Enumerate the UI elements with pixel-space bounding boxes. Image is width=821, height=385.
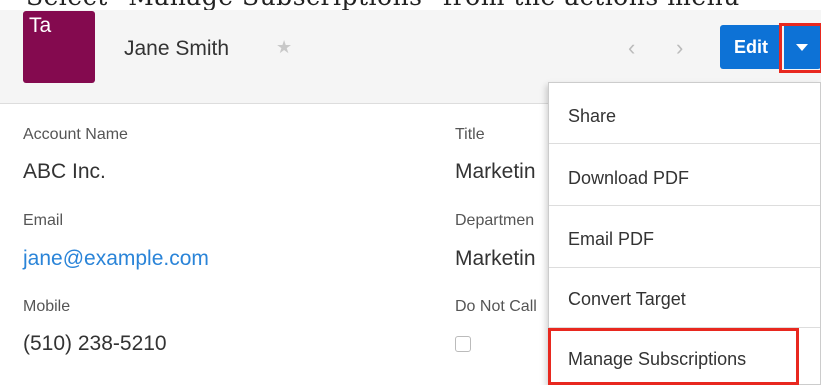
manage-subscriptions-highlight-box xyxy=(548,328,799,385)
caption-strip: Select "Manage Subscriptions" from the a… xyxy=(0,0,821,10)
mobile-value: (510) 238-5210 xyxy=(23,332,167,355)
menu-divider xyxy=(549,205,820,206)
avatar: Ta xyxy=(23,11,95,83)
mobile-label: Mobile xyxy=(23,298,71,315)
menu-divider xyxy=(549,143,820,144)
department-value: Marketin xyxy=(455,247,536,270)
email-label: Email xyxy=(23,212,64,229)
do-not-call-checkbox[interactable] xyxy=(455,336,471,352)
previous-record-button[interactable]: ‹ xyxy=(628,35,635,61)
record-name: Jane Smith xyxy=(124,37,230,60)
menu-item-download-pdf[interactable]: Download PDF xyxy=(549,168,820,189)
do-not-call-label: Do Not Call xyxy=(455,298,537,315)
caption-text: Select "Manage Subscriptions" from the a… xyxy=(26,0,740,10)
title-value: Marketin xyxy=(455,160,536,183)
menu-item-email-pdf[interactable]: Email PDF xyxy=(549,229,820,250)
caret-highlight-box xyxy=(779,23,821,73)
menu-divider xyxy=(549,267,820,268)
avatar-initials: Ta xyxy=(29,14,52,37)
star-icon[interactable]: ★ xyxy=(276,37,292,58)
account-name-value: ABC Inc. xyxy=(23,160,106,183)
title-label: Title xyxy=(455,126,485,143)
menu-item-convert-target[interactable]: Convert Target xyxy=(549,289,820,310)
email-link[interactable]: jane@example.com xyxy=(23,247,209,271)
edit-button[interactable]: Edit xyxy=(720,25,782,69)
menu-item-share[interactable]: Share xyxy=(549,106,820,127)
account-name-label: Account Name xyxy=(23,126,128,143)
department-label: Departmen xyxy=(455,212,535,229)
next-record-button[interactable]: › xyxy=(676,35,683,61)
